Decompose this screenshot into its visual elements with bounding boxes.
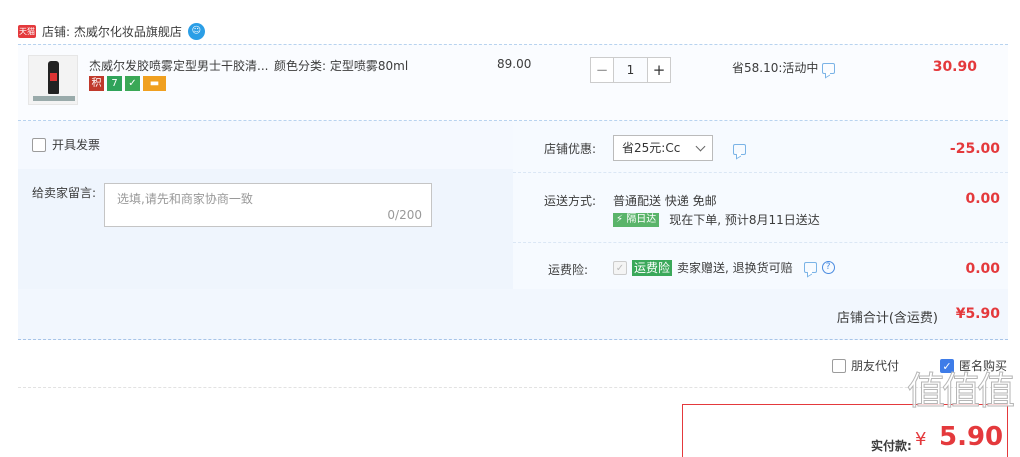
shop-header: 天猫 店铺: 杰威尔化妆品旗舰店 ☺ (18, 20, 205, 42)
friend-pay-checkbox[interactable] (832, 358, 846, 373)
spray-can-image (48, 61, 59, 94)
shipping-label: 运送方式: (543, 194, 596, 208)
next-day-delivery-tag: ⚡ 隔日达 (613, 212, 660, 227)
quantity-decrease-button[interactable]: − (590, 57, 614, 83)
promo-chat-icon[interactable] (822, 63, 836, 74)
message-placeholder: 选填,请先和商家协商一致 (117, 192, 253, 206)
chevron-down-icon (695, 141, 706, 152)
insurance-desc: 卖家赠送, 退换货可赔 (677, 261, 793, 275)
insurance-info: ✓ 运费险 卖家赠送, 退换货可赔 ? (613, 259, 835, 276)
insurance-checkbox: ✓ (613, 260, 627, 275)
shipping-eta: ⚡ 隔日达 现在下单, 预计8月11日送达 (613, 211, 820, 228)
shop-total-row: 店铺合计(含运费) ¥5.90 (18, 289, 1008, 340)
coupon-row: 店铺优惠: 省25元:Cc -25.00 (513, 121, 1008, 173)
coupon-label: 店铺优惠: (543, 142, 596, 156)
points-badge-icon[interactable]: 积 (89, 76, 104, 91)
site-watermark: 值值值 (906, 369, 1015, 414)
insurance-row: 运费险: ✓ 运费险 卖家赠送, 退换货可赔 ? 0.00 (513, 243, 1008, 289)
product-thumbnail[interactable] (28, 55, 78, 105)
guarantee-badge-icon[interactable]: ✓ (125, 76, 140, 91)
product-title[interactable]: 杰威尔发胶喷雾定型男士干胶清... (89, 57, 268, 74)
shipping-eta-text: 现在下单, 预计8月11日送达 (669, 213, 820, 227)
quantity-input[interactable]: 1 (614, 57, 647, 83)
invoice-checkbox[interactable] (32, 137, 46, 152)
seller-message-field[interactable]: 选填,请先和商家协商一致 0/200 (104, 183, 432, 227)
invoice-label: 开具发票 (52, 138, 101, 152)
tmall-logo: 天猫 (18, 24, 36, 38)
order-item-row: 杰威尔发胶喷雾定型男士干胶清... 颜色分类: 定型喷雾80ml 积 7 ✓ ▬… (18, 44, 1008, 121)
coupon-amount: -25.00 (949, 141, 1000, 157)
help-icon[interactable]: ? (821, 261, 835, 274)
quantity-increase-button[interactable]: + (647, 57, 671, 83)
shop-total-label: 店铺合计(含运费) (836, 311, 938, 326)
coupon-select[interactable]: 省25元:Cc (613, 135, 713, 161)
shipping-amount: 0.00 (965, 191, 1000, 207)
promo-info: 省58.10:活动中 (732, 59, 836, 76)
service-badges: 积 7 ✓ ▬ (89, 76, 166, 91)
message-label: 给卖家留言: (32, 186, 97, 200)
promo-text: 省58.10:活动中 (732, 61, 819, 75)
friend-pay-option[interactable]: 朋友代付 (832, 357, 899, 374)
coupon-chat-icon[interactable] (733, 144, 746, 155)
item-subtotal: 30.90 (932, 59, 977, 75)
insurance-tag: 运费险 (632, 259, 673, 276)
insurance-label: 运费险: (547, 263, 588, 277)
invoice-option[interactable]: 开具发票 (32, 136, 100, 153)
product-sku: 颜色分类: 定型喷雾80ml (274, 59, 409, 73)
shipping-row: 运送方式: 普通配送 快递 免邮 ⚡ 隔日达 现在下单, 预计8月11日送达 0… (513, 173, 1008, 243)
wangwang-chat-icon[interactable]: ☺ (187, 22, 205, 40)
order-notes-panel: 开具发票 给卖家留言: 选填,请先和商家协商一致 0/200 (18, 121, 513, 289)
order-summary-panel: 店铺优惠: 省25元:Cc -25.00 运送方式: 普通配送 快递 免邮 ⚡ … (513, 121, 1008, 289)
message-counter: 0/200 (387, 208, 422, 222)
payment-options-row: 朋友代付 ✓ 匿名购买 (18, 341, 1008, 388)
friend-pay-label: 朋友代付 (851, 359, 900, 373)
unit-price: 89.00 (497, 57, 532, 71)
shop-name[interactable]: 店铺: 杰威尔化妆品旗舰店 (42, 23, 182, 40)
quantity-stepper: − 1 + (590, 57, 671, 83)
payable-currency: ¥ (915, 429, 927, 450)
payable-label: 实付款: (871, 439, 912, 453)
insurance-chat-icon[interactable] (803, 262, 817, 273)
shipping-method: 普通配送 快递 免邮 (613, 194, 717, 208)
insurance-amount: 0.00 (965, 261, 1000, 277)
payable-amount: 5.90 (939, 422, 1004, 452)
coupon-selected-value: 省25元:Cc (622, 141, 681, 155)
credit-card-badge-icon[interactable]: ▬ (143, 76, 166, 91)
seven-day-return-badge-icon[interactable]: 7 (107, 76, 122, 91)
shop-total-amount: ¥5.90 (955, 306, 1000, 322)
